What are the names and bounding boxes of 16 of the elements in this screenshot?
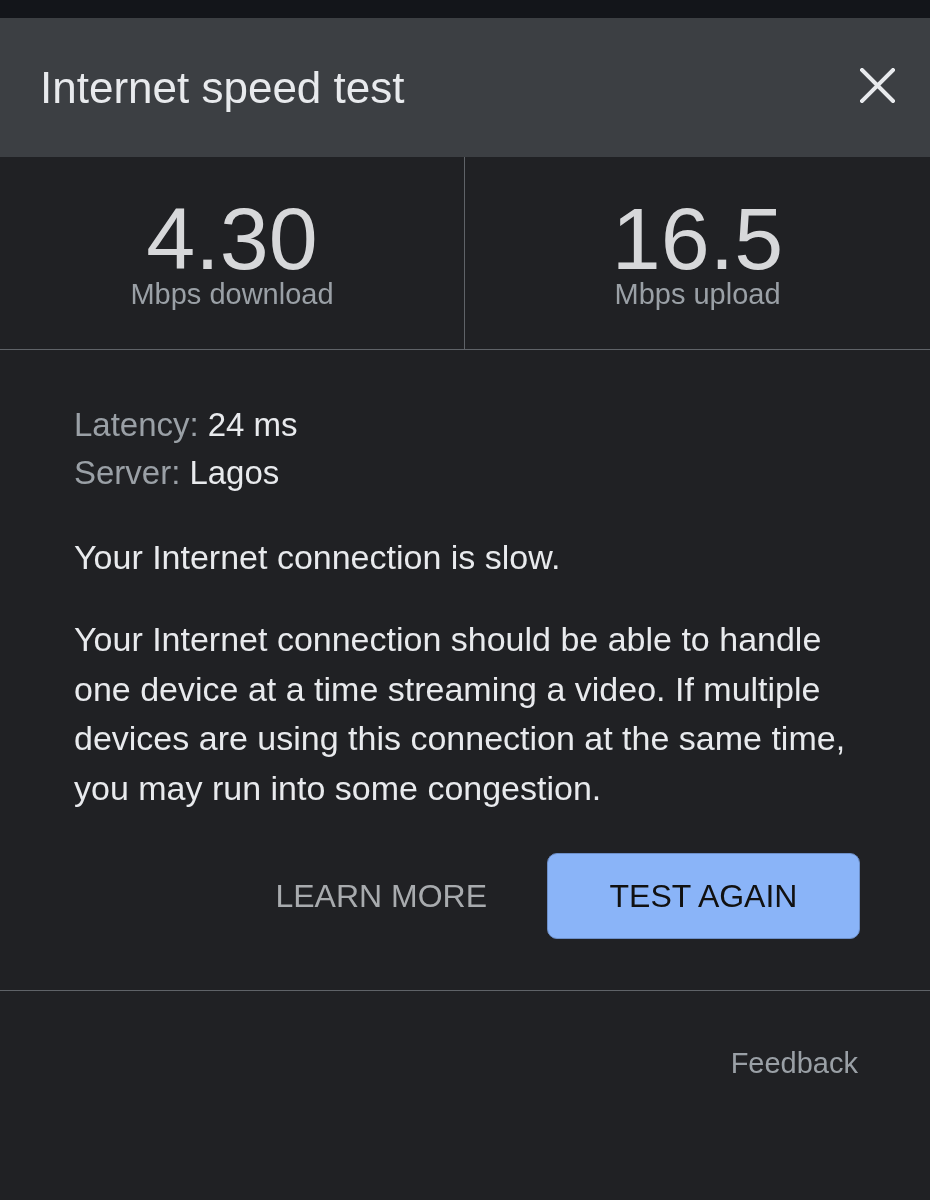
speed-value: 16.5	[611, 195, 784, 283]
detail-label: Latency:	[74, 405, 199, 445]
detail-value: 24 ms	[207, 405, 298, 445]
speed-value: 4.30	[146, 195, 318, 283]
feedback-link[interactable]: Feedback	[730, 1046, 858, 1080]
speed-label: Mbps download	[130, 280, 334, 309]
speed-label: Mbps upload	[614, 280, 781, 309]
learn-more-button[interactable]: LEARN MORE	[259, 853, 503, 939]
detail-value: Lagos	[189, 453, 280, 493]
close-icon	[860, 68, 895, 103]
dialog-title: Internet speed test	[40, 62, 405, 113]
close-button[interactable]	[860, 68, 895, 103]
description-text: Your Internet connection should be able to handle one device at a time streaming a video. If multiple devices are using this connection at the same time, you may run into some congestion.	[74, 619, 847, 809]
summary-text: Your Internet connection is slow.	[74, 537, 562, 578]
test-again-button[interactable]: TEST AGAIN	[547, 853, 860, 939]
detail-label: Server:	[74, 453, 181, 493]
